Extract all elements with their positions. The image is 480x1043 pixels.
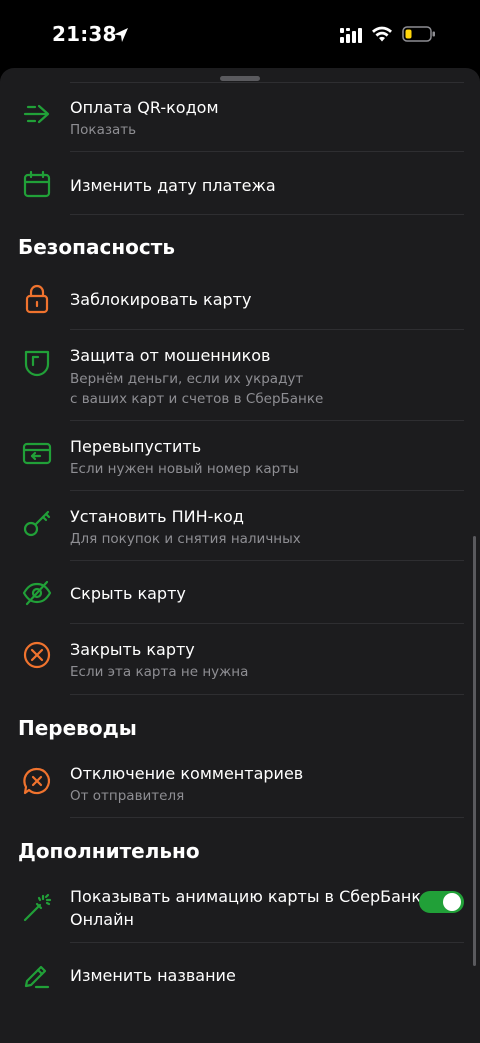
key-icon bbox=[23, 510, 51, 537]
fraud-protection-subtitle-line2: с ваших карт и счетов в СберБанке bbox=[70, 391, 324, 407]
disable-comments-row[interactable]: Отключение комментариев От отправителя bbox=[0, 748, 480, 818]
status-time: 21:38 bbox=[52, 22, 117, 46]
sheet-grabber[interactable] bbox=[220, 76, 260, 81]
status-bar: 21:38 bbox=[0, 0, 480, 68]
set-pin-subtitle: Для покупок и снятия наличных bbox=[70, 531, 301, 547]
card-animation-row[interactable]: Показывать анимацию карты в СберБанк Онл… bbox=[0, 873, 480, 943]
fraud-protection-title: Защита от мошенников bbox=[70, 346, 271, 365]
reissue-row[interactable]: Перевыпустить Если нужен новый номер кар… bbox=[0, 421, 480, 491]
qr-payment-subtitle: Показать bbox=[70, 122, 137, 138]
fraud-protection-subtitle-line1: Вернём деньги, если их украдут bbox=[70, 371, 304, 387]
set-pin-row[interactable]: Установить ПИН-код Для покупок и снятия … bbox=[0, 491, 480, 561]
comment-off-icon bbox=[23, 767, 51, 795]
rename-title: Изменить название bbox=[70, 966, 236, 985]
card-animation-toggle[interactable] bbox=[419, 891, 464, 913]
divider bbox=[70, 817, 464, 818]
rename-row[interactable]: Изменить название bbox=[0, 943, 480, 1007]
section-title-additional: Дополнительно bbox=[18, 839, 200, 863]
close-card-subtitle: Если эта карта не нужна bbox=[70, 664, 249, 680]
divider bbox=[70, 214, 464, 215]
qr-payment-row[interactable]: Оплата QR-кодом Показать bbox=[0, 82, 480, 152]
divider bbox=[70, 694, 464, 695]
lock-icon bbox=[25, 284, 49, 314]
battery-low-icon bbox=[402, 26, 435, 42]
set-pin-title: Установить ПИН-код bbox=[70, 507, 244, 526]
section-title-transfers: Переводы bbox=[18, 716, 137, 740]
qr-payment-title: Оплата QR-кодом bbox=[70, 98, 219, 117]
location-arrow-icon bbox=[114, 28, 128, 42]
card-reissue-icon bbox=[22, 442, 52, 465]
reissue-subtitle: Если нужен новый номер карты bbox=[70, 461, 299, 477]
hide-card-row[interactable]: Скрыть карту bbox=[0, 561, 480, 624]
toggle-knob bbox=[443, 893, 461, 911]
section-title-security: Безопасность bbox=[18, 235, 175, 259]
hide-card-title: Скрыть карту bbox=[70, 584, 186, 603]
signal-icon bbox=[340, 28, 362, 43]
fraud-protection-row[interactable]: Защита от мошенников Вернём деньги, если… bbox=[0, 330, 480, 421]
card-animation-title-line1: Показывать анимацию карты в СберБанк bbox=[70, 887, 422, 906]
shield-icon bbox=[24, 350, 50, 377]
eye-off-icon bbox=[22, 580, 52, 606]
calendar-icon bbox=[23, 170, 51, 198]
card-settings-sheet: Оплата QR-кодом Показать Изменить дату п… bbox=[0, 68, 480, 1043]
scrollbar[interactable] bbox=[473, 536, 476, 966]
close-card-row[interactable]: Закрыть карту Если эта карта не нужна bbox=[0, 624, 480, 695]
close-card-title: Закрыть карту bbox=[70, 640, 195, 659]
block-card-title: Заблокировать карту bbox=[70, 290, 252, 309]
qr-arrow-icon bbox=[23, 104, 50, 124]
close-circle-icon bbox=[23, 641, 51, 669]
change-date-title: Изменить дату платежа bbox=[70, 176, 276, 195]
change-date-row[interactable]: Изменить дату платежа bbox=[0, 152, 480, 215]
magic-wand-icon bbox=[23, 893, 52, 922]
disable-comments-subtitle: От отправителя bbox=[70, 788, 185, 804]
wifi-icon bbox=[372, 26, 392, 42]
block-card-row[interactable]: Заблокировать карту bbox=[0, 268, 480, 330]
reissue-title: Перевыпустить bbox=[70, 437, 202, 456]
pencil-icon bbox=[24, 965, 50, 989]
disable-comments-title: Отключение комментариев bbox=[70, 764, 304, 783]
card-animation-title-line2: Онлайн bbox=[70, 910, 134, 929]
